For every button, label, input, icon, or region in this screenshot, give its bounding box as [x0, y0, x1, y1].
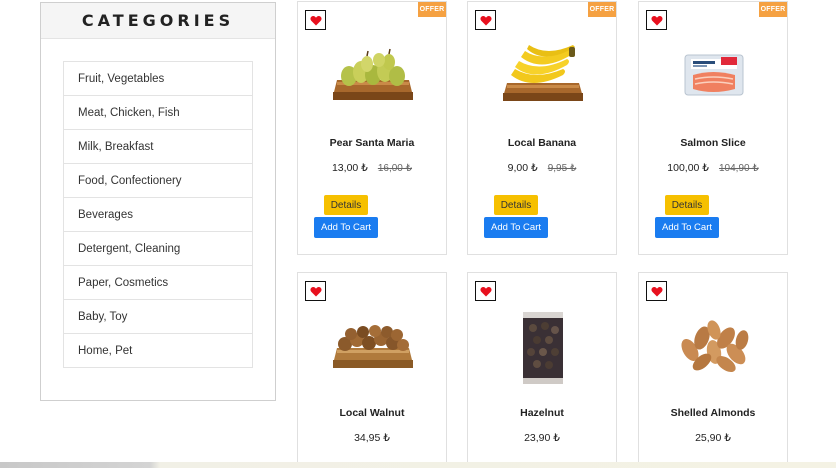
- product-name[interactable]: Local Walnut: [298, 407, 446, 419]
- product-name[interactable]: Hazelnut: [468, 407, 616, 419]
- heart-icon: [479, 286, 492, 296]
- product-image-salmon[interactable]: [669, 40, 759, 110]
- favorite-button[interactable]: [646, 10, 667, 30]
- product-name[interactable]: Local Banana: [468, 137, 616, 149]
- product-old-price: 9,95 ₺: [547, 163, 577, 174]
- product-price: 13,00 ₺: [331, 162, 368, 174]
- add-to-cart-button[interactable]: Add To Cart: [484, 217, 548, 238]
- product-price: 34,95 ₺: [354, 432, 390, 444]
- category-paper-cosmetics[interactable]: Paper, Cosmetics: [64, 266, 252, 300]
- details-button[interactable]: Details: [494, 195, 538, 215]
- product-price-row: 9,00 ₺ 9,95 ₺: [468, 162, 616, 174]
- product-price-row: 23,90 ₺: [468, 432, 616, 444]
- favorite-button[interactable]: [305, 10, 326, 30]
- product-price: 100,00 ₺: [667, 162, 709, 174]
- bottom-strip: [0, 462, 836, 468]
- favorite-button[interactable]: [305, 281, 326, 301]
- product-card: Shelled Almonds 25,90 ₺: [638, 272, 788, 468]
- product-old-price: 104,90 ₺: [718, 163, 759, 174]
- product-price-row: 25,90 ₺: [639, 432, 787, 444]
- offer-badge: OFFER: [759, 2, 787, 17]
- details-button[interactable]: Details: [324, 195, 368, 215]
- product-name[interactable]: Pear Santa Maria: [298, 137, 446, 149]
- heart-icon: [309, 15, 322, 25]
- product-name[interactable]: Salmon Slice: [639, 137, 787, 149]
- product-image-hazelnut[interactable]: [498, 309, 588, 387]
- product-price: 25,90 ₺: [695, 432, 731, 444]
- product-card: OFFER Local Banana 9,00 ₺ 9,95 ₺ Details …: [467, 1, 617, 255]
- product-old-price: 16,00 ₺: [377, 163, 413, 174]
- offer-badge: OFFER: [588, 2, 616, 17]
- product-price: 23,90 ₺: [524, 432, 560, 444]
- product-price-row: 13,00 ₺ 16,00 ₺: [298, 162, 446, 174]
- favorite-button[interactable]: [475, 281, 496, 301]
- heart-icon: [479, 15, 492, 25]
- category-milk-breakfast[interactable]: Milk, Breakfast: [64, 130, 252, 164]
- heart-icon: [650, 15, 663, 25]
- categories-list: Fruit, Vegetables Meat, Chicken, Fish Mi…: [63, 61, 253, 368]
- favorite-button[interactable]: [646, 281, 667, 301]
- product-image-banana[interactable]: [498, 40, 588, 110]
- offer-badge: OFFER: [418, 2, 446, 17]
- favorite-button[interactable]: [475, 10, 496, 30]
- categories-panel: CATEGORIES Fruit, Vegetables Meat, Chick…: [40, 2, 276, 401]
- category-home-pet[interactable]: Home, Pet: [64, 334, 252, 368]
- categories-header: CATEGORIES: [41, 3, 275, 39]
- product-price-row: 34,95 ₺: [298, 432, 446, 444]
- product-name[interactable]: Shelled Almonds: [639, 407, 787, 419]
- product-image-walnut[interactable]: [328, 311, 418, 381]
- product-image-pear[interactable]: [328, 40, 418, 110]
- product-card: Local Walnut 34,95 ₺: [297, 272, 447, 468]
- details-button[interactable]: Details: [665, 195, 709, 215]
- category-fruit-vegetables[interactable]: Fruit, Vegetables: [64, 62, 252, 96]
- product-card: OFFER Salmon Slice 100,00 ₺ 104,90 ₺ Deta…: [638, 1, 788, 255]
- category-food-confectionery[interactable]: Food, Confectionery: [64, 164, 252, 198]
- category-meat-chicken-fish[interactable]: Meat, Chicken, Fish: [64, 96, 252, 130]
- product-price-row: 100,00 ₺ 104,90 ₺: [639, 162, 787, 174]
- product-image-almonds[interactable]: [669, 311, 759, 381]
- product-price: 9,00 ₺: [507, 162, 538, 174]
- category-baby-toy[interactable]: Baby, Toy: [64, 300, 252, 334]
- category-detergent-cleaning[interactable]: Detergent, Cleaning: [64, 232, 252, 266]
- heart-icon: [309, 286, 322, 296]
- heart-icon: [650, 286, 663, 296]
- add-to-cart-button[interactable]: Add To Cart: [655, 217, 719, 238]
- product-card: OFFER Pear Santa Maria 13,00 ₺ 16,00 ₺ De…: [297, 1, 447, 255]
- category-beverages[interactable]: Beverages: [64, 198, 252, 232]
- categories-title: CATEGORIES: [81, 11, 235, 30]
- add-to-cart-button[interactable]: Add To Cart: [314, 217, 378, 238]
- product-card: Hazelnut 23,90 ₺: [467, 272, 617, 468]
